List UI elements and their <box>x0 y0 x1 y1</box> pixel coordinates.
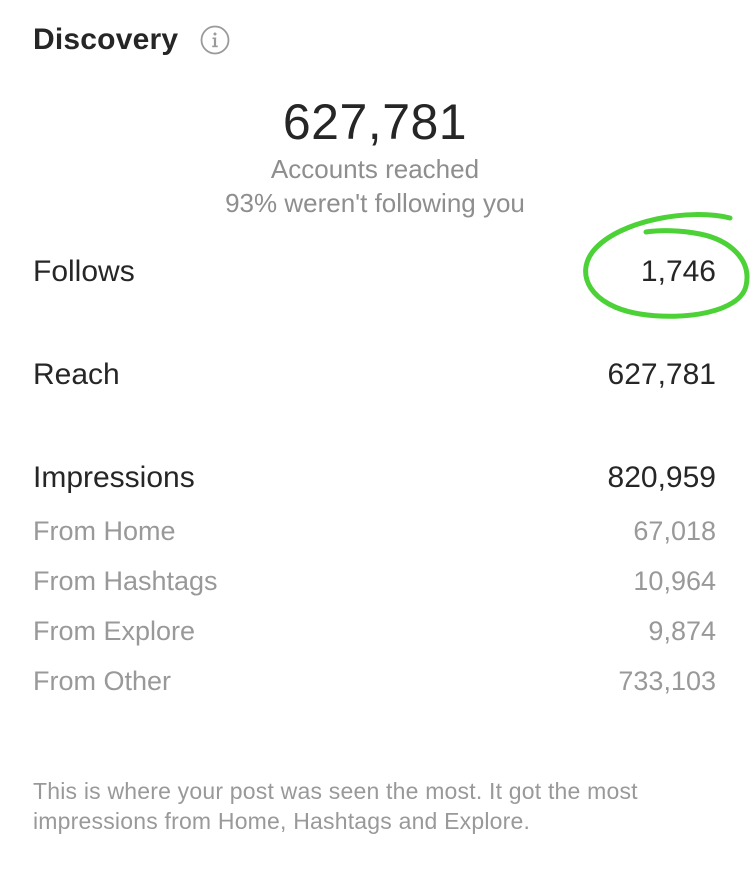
impression-source-label: From Hashtags <box>33 566 218 596</box>
info-icon[interactable] <box>200 25 230 55</box>
impression-source-hashtags-row: From Hashtags 10,964 <box>33 561 716 601</box>
accounts-reached-summary: 627,781 Accounts reached 93% weren't fol… <box>0 92 750 220</box>
info-icon-graphic <box>200 25 230 55</box>
impressions-value: 820,959 <box>607 461 716 494</box>
impressions-explanation: This is where your post was seen the mos… <box>33 778 638 834</box>
impression-source-label: From Explore <box>33 616 196 646</box>
impression-source-other-row: From Other 733,103 <box>33 661 716 701</box>
follows-row: Follows 1,746 <box>33 252 716 292</box>
reach-value: 627,781 <box>607 358 716 391</box>
non-followers-percentage: 93% weren't following you <box>225 188 525 218</box>
impression-source-label: From Other <box>33 666 172 696</box>
accounts-reached-caption: Accounts reached <box>270 154 480 184</box>
impression-source-value: 10,964 <box>633 566 716 596</box>
impression-source-value: 9,874 <box>648 616 716 646</box>
accounts-reached-count: 627,781 <box>282 94 468 150</box>
impression-source-explore-row: From Explore 9,874 <box>33 611 716 651</box>
impression-source-home-row: From Home 67,018 <box>33 511 716 551</box>
section-title: Discovery <box>33 23 179 56</box>
impression-source-value: 733,103 <box>618 666 716 696</box>
reach-label: Reach <box>33 358 120 391</box>
impression-source-value: 67,018 <box>633 516 716 546</box>
follows-value: 1,746 <box>640 255 716 288</box>
discovery-header: Discovery <box>33 18 230 62</box>
impressions-label: Impressions <box>33 461 195 494</box>
impressions-row: Impressions 820,959 <box>33 458 716 498</box>
follows-label: Follows <box>33 255 135 288</box>
reach-row: Reach 627,781 <box>33 355 716 395</box>
impression-source-label: From Home <box>33 516 176 546</box>
